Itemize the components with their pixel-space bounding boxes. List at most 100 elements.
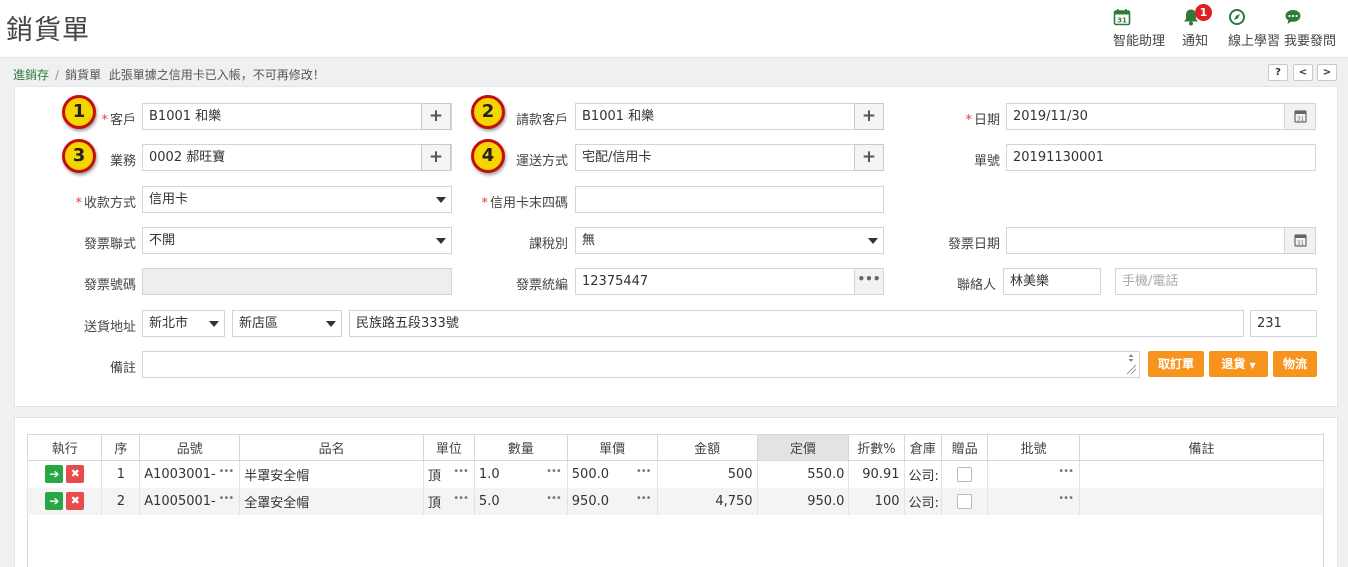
district-select[interactable]: 新店區 [232, 310, 342, 337]
card-last4-field[interactable] [575, 186, 884, 213]
invoice-copies-select[interactable]: 不開 [142, 227, 452, 254]
lookup-dots-icon[interactable]: ••• [546, 493, 562, 504]
smart-assistant-button[interactable]: 31 智能助理 [1113, 8, 1165, 49]
lookup-dots-icon[interactable]: ••• [636, 466, 652, 477]
calendar-icon[interactable]: 31 [1284, 104, 1315, 129]
zip-field[interactable]: 231 [1250, 310, 1317, 337]
note-textarea[interactable] [142, 351, 1140, 378]
lookup-dots-icon[interactable]: ••• [1058, 466, 1074, 477]
item-name-cell[interactable]: 全罩安全帽 [239, 487, 424, 515]
col-header[interactable]: 單價 [566, 434, 658, 461]
add-delivery-method-button[interactable]: + [854, 144, 884, 171]
compass-icon [1228, 8, 1246, 26]
col-header[interactable]: 序 [101, 434, 141, 461]
price-cell[interactable]: 500.0 ••• [566, 460, 658, 488]
remark-cell[interactable] [1078, 487, 1325, 515]
svg-text:31: 31 [1297, 117, 1304, 123]
delete-icon[interactable]: ✖ [66, 492, 85, 510]
bell-icon: 1 [1182, 4, 1212, 26]
remark-cell[interactable] [1078, 460, 1325, 488]
customer-select[interactable]: B1001 和樂 [142, 103, 452, 130]
table-row: ➔ ✖ 2 A1005001- ••• 全罩安全帽 頂 ••• 5.0 ••• 950.… [26, 487, 1325, 515]
col-header[interactable]: 定價 [756, 434, 850, 461]
return-dropdown-button[interactable]: 退貨 ▼ [1209, 351, 1268, 377]
item-name-cell[interactable]: 半罩安全帽 [239, 460, 424, 488]
col-header[interactable]: 備註 [1078, 434, 1325, 461]
col-header[interactable]: 金額 [656, 434, 758, 461]
payment-method-select[interactable]: 信用卡 [142, 186, 452, 213]
gift-checkbox[interactable] [957, 493, 973, 509]
lookup-dots-icon[interactable]: ••• [453, 466, 469, 477]
col-header[interactable]: 品名 [239, 434, 424, 461]
arrow-right-icon[interactable]: ➔ [45, 492, 64, 510]
item-no-cell[interactable]: A1005001- ••• [139, 487, 241, 515]
street-field[interactable]: 民族路五段333號 [349, 310, 1244, 337]
lookup-dots-button[interactable]: ••• [854, 269, 883, 294]
delete-icon[interactable]: ✖ [66, 465, 85, 484]
delivery-method-select[interactable]: 宅配/信用卡 [575, 144, 884, 171]
lookup-dots-icon[interactable]: ••• [453, 493, 469, 504]
col-header[interactable]: 贈品 [941, 434, 989, 461]
unit-cell[interactable]: 頂 ••• [422, 460, 475, 488]
city-select[interactable]: 新北市 [142, 310, 225, 337]
price-cell[interactable]: 950.0 ••• [566, 487, 658, 515]
order-no-field[interactable]: 20191130001 [1006, 144, 1316, 171]
col-header[interactable]: 折數% [848, 434, 905, 461]
ask-question-button[interactable]: 我要發問 [1284, 8, 1336, 49]
col-header[interactable]: 執行 [26, 434, 103, 461]
col-header[interactable]: 批號 [987, 434, 1080, 461]
lookup-dots-icon[interactable]: ••• [1058, 493, 1074, 504]
lookup-dots-icon[interactable]: ••• [219, 466, 235, 477]
gift-cell[interactable] [941, 460, 989, 488]
prev-record-button[interactable]: < [1293, 64, 1313, 81]
tax-id-field[interactable]: 12375447 ••• [575, 268, 884, 295]
gift-cell[interactable] [941, 487, 989, 515]
help-button[interactable]: ? [1268, 64, 1288, 81]
salesperson-select[interactable]: 0002 郝旺寶 [142, 144, 452, 171]
tax-type-select[interactable]: 無 [575, 227, 884, 254]
calendar-31-icon: 31 [1113, 8, 1131, 26]
col-header[interactable]: 數量 [473, 434, 568, 461]
fetch-order-button[interactable]: 取訂單 [1148, 351, 1204, 377]
item-no-cell[interactable]: A1003001- ••• [139, 460, 241, 488]
discount-cell[interactable]: 100 [848, 487, 905, 515]
billing-customer-select[interactable]: B1001 和樂 [575, 103, 884, 130]
batch-cell[interactable]: ••• [987, 460, 1080, 488]
warehouse-cell[interactable]: 公司: [903, 460, 943, 488]
resize-handle-icon[interactable] [1125, 352, 1137, 376]
toolbar-label: 線上學習 [1228, 34, 1281, 49]
col-header[interactable]: 倉庫 [903, 434, 943, 461]
lookup-dots-icon[interactable]: ••• [546, 466, 562, 477]
phone-field[interactable]: 手機/電話 [1115, 268, 1317, 295]
table-row: ➔ ✖ 1 A1003001- ••• 半罩安全帽 頂 ••• 1.0 ••• 500.… [26, 460, 1325, 488]
breadcrumb-root-link[interactable]: 進銷存 [13, 68, 49, 82]
chevron-down-icon [868, 238, 878, 244]
add-billing-customer-button[interactable]: + [854, 103, 884, 130]
date-field[interactable]: 2019/11/30 31 [1006, 103, 1316, 130]
gift-checkbox[interactable] [957, 466, 973, 482]
batch-cell[interactable]: ••• [987, 487, 1080, 515]
warehouse-cell[interactable]: 公司: [903, 487, 943, 515]
lookup-dots-icon[interactable]: ••• [219, 493, 235, 504]
notification-button[interactable]: 1 通知 [1182, 4, 1212, 49]
unit-cell[interactable]: 頂 ••• [422, 487, 475, 515]
calendar-icon[interactable]: 31 [1284, 228, 1315, 253]
online-learning-button[interactable]: 線上學習 [1228, 8, 1280, 49]
discount-cell[interactable]: 90.91 [848, 460, 905, 488]
col-header[interactable]: 單位 [422, 434, 475, 461]
add-salesperson-button[interactable]: + [421, 144, 451, 171]
list-price-cell: 950.0 [756, 487, 850, 515]
row-actions: ➔ ✖ [26, 487, 103, 515]
contact-field[interactable]: 林美樂 [1003, 268, 1101, 295]
lookup-dots-icon[interactable]: ••• [636, 493, 652, 504]
col-header[interactable]: 品號 [139, 434, 241, 461]
arrow-right-icon[interactable]: ➔ [45, 465, 64, 484]
logistics-button[interactable]: 物流 [1273, 351, 1317, 377]
invoice-date-field[interactable]: 31 [1006, 227, 1316, 254]
invoice-no-label: 發票號碼 [83, 278, 136, 293]
add-customer-button[interactable]: + [421, 103, 451, 130]
qty-cell[interactable]: 5.0 ••• [473, 487, 568, 515]
qty-cell[interactable]: 1.0 ••• [473, 460, 568, 488]
next-record-button[interactable]: > [1317, 64, 1337, 81]
marker-1: 1 [62, 95, 96, 129]
